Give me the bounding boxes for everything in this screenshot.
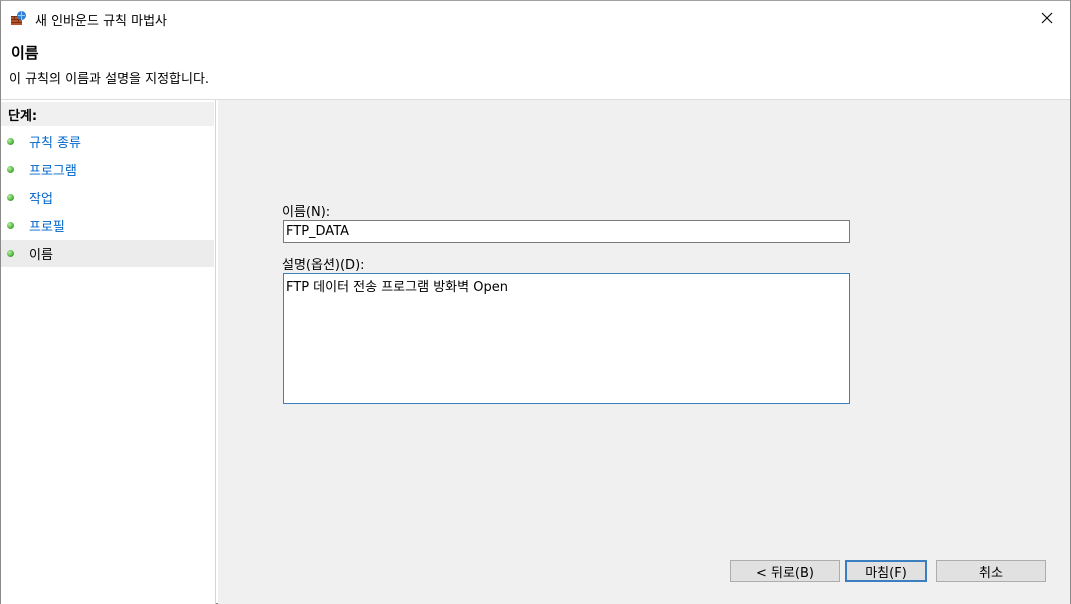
firewall-icon [10, 10, 27, 27]
green-bullet-icon [7, 194, 14, 201]
step-rule-type[interactable]: 규칙 종류 [1, 128, 214, 155]
green-bullet-icon [7, 166, 14, 173]
finish-button[interactable]: 마침(F) [845, 560, 927, 582]
name-input[interactable] [283, 220, 850, 243]
close-button[interactable] [1024, 1, 1070, 35]
page-header: 이름 이 규칙의 이름과 설명을 지정합니다. [1, 37, 1070, 99]
content-panel: 이름(N): 설명(옵션)(D): FTP 데이터 전송 프로그램 방화벽 Op… [218, 100, 1070, 604]
step-program[interactable]: 프로그램 [1, 156, 214, 183]
cancel-button[interactable]: 취소 [936, 560, 1046, 582]
step-label: 이름 [29, 248, 53, 263]
description-textarea[interactable]: FTP 데이터 전송 프로그램 방화벽 Open [283, 273, 850, 404]
step-label: 규칙 종류 [29, 136, 81, 151]
step-action[interactable]: 작업 [1, 184, 214, 211]
step-label: 프로그램 [29, 164, 77, 179]
green-bullet-icon [7, 250, 14, 257]
page-title: 이름 [11, 44, 39, 62]
step-profile[interactable]: 프로필 [1, 212, 214, 239]
step-label: 작업 [29, 192, 53, 207]
wizard-window: 새 인바운드 규칙 마법사 이름 이 규칙의 이름과 설명을 지정합니다. 단계… [0, 0, 1071, 604]
green-bullet-icon [7, 138, 14, 145]
steps-heading: 단계: [1, 102, 214, 126]
close-icon [1041, 12, 1053, 24]
title-bar[interactable]: 새 인바운드 규칙 마법사 [1, 1, 1070, 37]
step-name[interactable]: 이름 [1, 240, 214, 267]
description-label: 설명(옵션)(D): [282, 258, 365, 273]
step-label: 프로필 [29, 220, 65, 235]
green-bullet-icon [7, 222, 14, 229]
steps-panel: 단계: 규칙 종류 프로그램 작업 프로필 이름 [1, 100, 216, 604]
back-button[interactable]: < 뒤로(B) [730, 560, 840, 582]
name-label: 이름(N): [282, 205, 331, 220]
window-title: 새 인바운드 규칙 마법사 [35, 14, 167, 29]
page-subtitle: 이 규칙의 이름과 설명을 지정합니다. [9, 72, 210, 87]
